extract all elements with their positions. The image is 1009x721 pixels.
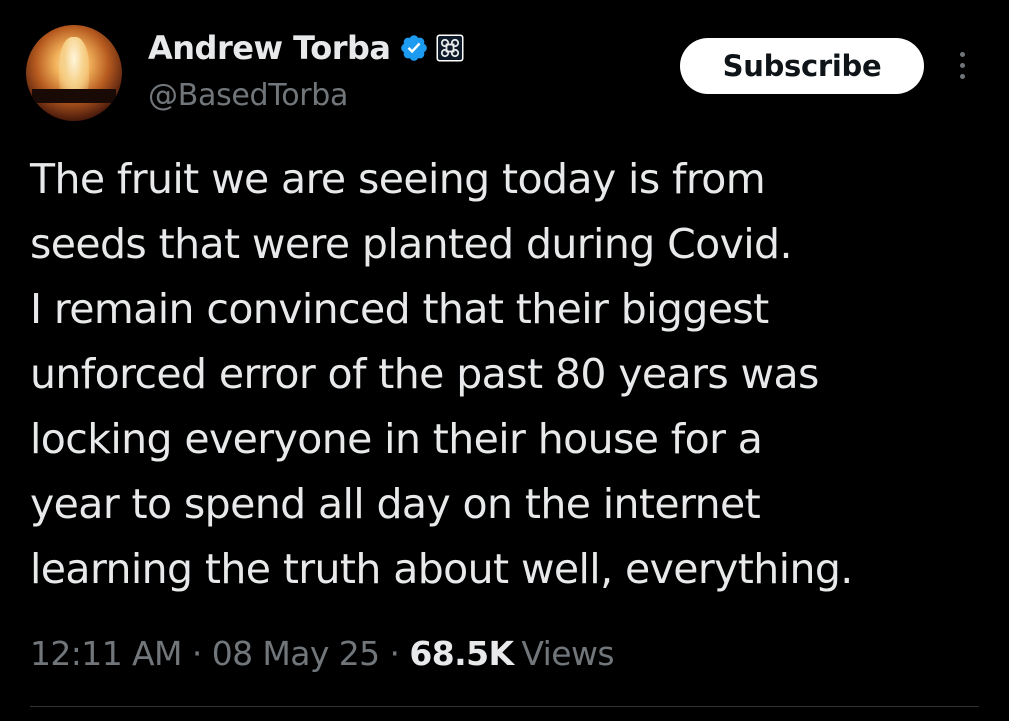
more-dot (960, 52, 965, 57)
author-handle[interactable]: @BasedTorba (148, 78, 348, 113)
tweet-text-line: seeds that were planted during Covid. (30, 220, 793, 268)
author-display-name[interactable]: Andrew Torba (148, 29, 391, 67)
tweet-text-line: locking everyone in their house for a (30, 415, 763, 463)
tweet-text-line: learning the truth about well, everythin… (30, 545, 853, 593)
more-dot (960, 74, 965, 79)
tweet: Andrew Torba @BasedTorba Subscribe The f… (0, 0, 1009, 721)
more-dot (960, 63, 965, 68)
tweet-meta: 12:11 AM · 08 May 25 · 68.5K Views (30, 628, 615, 678)
views-count: 68.5K (409, 633, 514, 673)
author-name-row: Andrew Torba (148, 26, 465, 70)
avatar-banner (32, 89, 116, 103)
meta-separator: · (191, 633, 202, 673)
tweet-time[interactable]: 12:11 AM (30, 634, 182, 673)
avatar[interactable] (26, 25, 122, 121)
tweet-text-line: I remain convinced that their biggest (30, 285, 769, 333)
subscribe-button[interactable]: Subscribe (680, 38, 924, 94)
divider (30, 706, 979, 707)
meta-separator: · (389, 633, 400, 673)
affiliate-badge-icon[interactable] (435, 33, 465, 63)
tweet-text-line: year to spend all day on the internet (30, 480, 761, 528)
tweet-text-line: The fruit we are seeing today is from (30, 155, 766, 203)
verified-check-icon[interactable] (399, 33, 429, 63)
tweet-text-line: unforced error of the past 80 years was (30, 350, 819, 398)
views-label: Views (521, 633, 614, 673)
tweet-date[interactable]: 08 May 25 (212, 634, 380, 673)
tweet-text: The fruit we are seeing today is from se… (30, 147, 990, 602)
more-options-icon[interactable] (952, 48, 972, 84)
